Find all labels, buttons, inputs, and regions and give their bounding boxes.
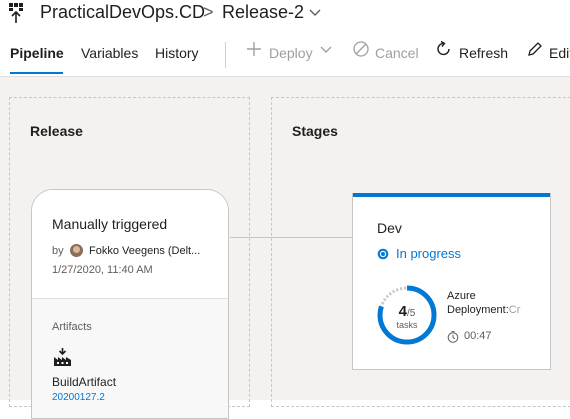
job-name-line2: Deployment: — [447, 304, 509, 316]
tasks-total: /5 — [407, 308, 416, 319]
artifact-version-link[interactable]: 20200127.2 — [52, 392, 105, 403]
stage-card-dev[interactable]: Dev In progress 4/5 tasks Azure Deployme… — [352, 193, 551, 370]
release-trigger-card[interactable]: Manually triggered by Fokko Veegens (Del… — [31, 189, 229, 419]
active-tab-indicator — [10, 72, 63, 74]
artifact-name: BuildArtifact — [52, 375, 117, 389]
stages-lane-title: Stages — [292, 123, 338, 139]
refresh-icon — [437, 40, 450, 56]
avatar — [70, 244, 83, 257]
stage-connector — [230, 237, 352, 238]
stage-name: Dev — [377, 220, 402, 236]
tasks-done: 4 — [398, 303, 407, 320]
job-duration: 00:47 — [464, 330, 492, 342]
tab-pipeline[interactable]: Pipeline — [10, 45, 64, 61]
job-name-line1: Azure — [447, 290, 476, 302]
release-title[interactable]: Release-2 — [222, 2, 304, 23]
chevron-down-icon[interactable] — [308, 5, 322, 19]
chevron-down-icon — [320, 46, 332, 53]
stage-status[interactable]: In progress — [396, 246, 461, 261]
tab-variables[interactable]: Variables — [81, 45, 138, 61]
build-artifact-icon — [54, 348, 71, 366]
job-name-truncated: Cr — [508, 304, 521, 316]
edit-icon — [528, 42, 542, 56]
project-breadcrumb[interactable]: PracticalDevOps.CD — [40, 2, 205, 23]
trigger-by-label: by — [52, 245, 64, 257]
edit-button[interactable]: Edit — [549, 45, 570, 61]
tab-bar: Pipeline Variables History Deploy Cancel… — [0, 36, 570, 77]
toolbar-divider — [225, 42, 226, 68]
refresh-button[interactable]: Refresh — [459, 45, 508, 61]
trigger-summary: Manually triggered by Fokko Veegens (Del… — [32, 190, 228, 298]
in-progress-icon — [377, 248, 389, 260]
clock-icon — [447, 331, 459, 343]
breadcrumb-separator: > — [203, 2, 214, 22]
task-count: 4/5 — [376, 303, 438, 320]
tab-history[interactable]: History — [155, 45, 199, 61]
trigger-date: 1/27/2020, 11:40 AM — [52, 264, 153, 276]
header: PracticalDevOps.CD > Release-2 — [0, 0, 570, 28]
release-lane-title: Release — [30, 123, 83, 139]
artifacts-label: Artifacts — [52, 321, 92, 333]
job-name: Azure Deployment:Cr — [447, 289, 527, 317]
cancel-button[interactable]: Cancel — [375, 45, 419, 61]
stage-status-bar — [353, 193, 550, 197]
trigger-title: Manually triggered — [52, 216, 168, 232]
trigger-user[interactable]: Fokko Veegens (Delt... — [89, 245, 228, 257]
plus-icon — [247, 42, 261, 56]
deploy-button[interactable]: Deploy — [269, 45, 313, 61]
cancel-icon — [353, 41, 369, 57]
tasks-unit: tasks — [396, 320, 418, 330]
release-pipeline-icon — [9, 3, 23, 23]
